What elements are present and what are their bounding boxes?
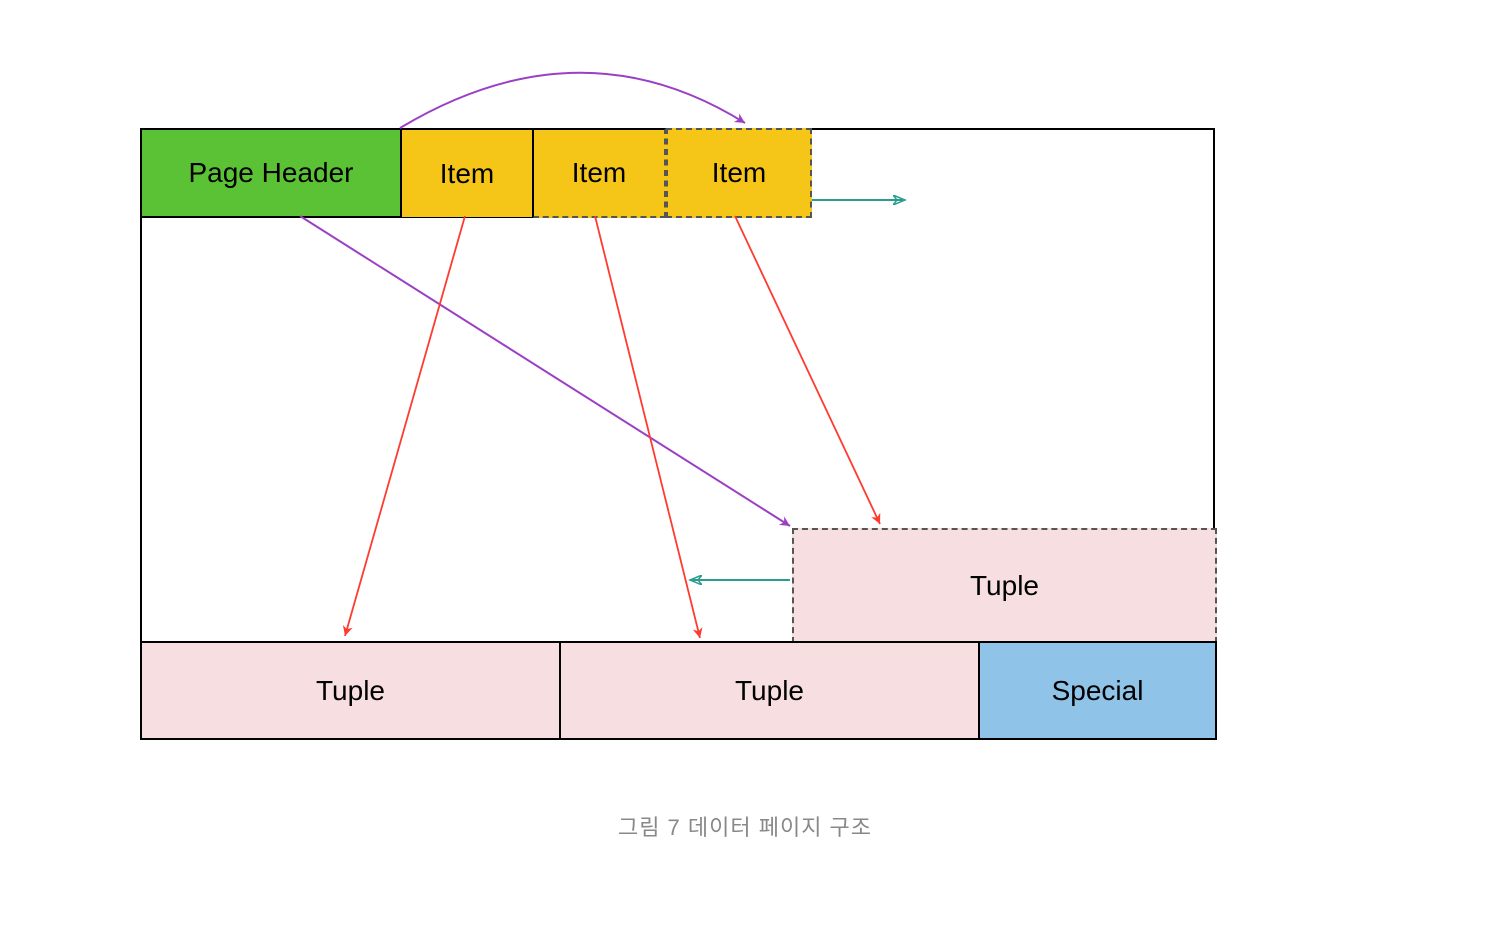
tuple-box-bottom-middle: Tuple <box>560 641 980 740</box>
special-box: Special <box>978 641 1217 740</box>
item-box-3: Item <box>666 128 812 218</box>
item-box-1: Item <box>400 128 533 218</box>
tuple-box-top: Tuple <box>792 528 1217 643</box>
arrow-upper-pointer <box>400 73 745 128</box>
tuple-box-bottom-left: Tuple <box>140 641 560 740</box>
figure-caption: 그림 7 데이터 페이지 구조 <box>0 810 1490 842</box>
item-box-2: Item <box>533 128 666 218</box>
page-header-box: Page Header <box>140 128 402 218</box>
page-layout-diagram: Page Header Item Item Item Tuple Tuple T… <box>140 128 1215 738</box>
